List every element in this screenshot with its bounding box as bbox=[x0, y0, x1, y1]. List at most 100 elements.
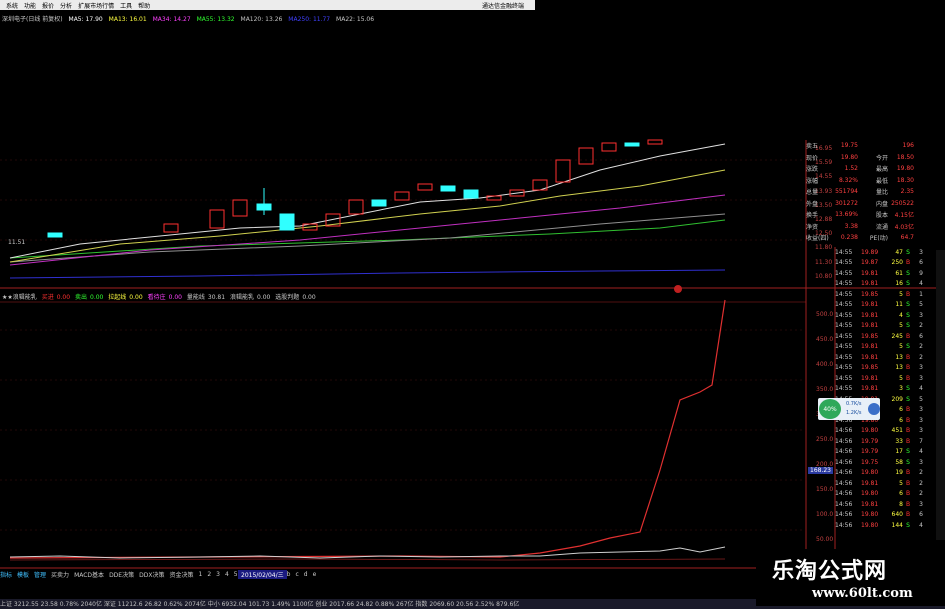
quote-value: 196 bbox=[902, 142, 914, 150]
cpu-percent-badge: 40% bbox=[819, 399, 841, 419]
bottom-tab[interactable]: 模板 bbox=[17, 570, 29, 579]
trade-price: 19.81 bbox=[861, 301, 879, 309]
trade-volume: 5 bbox=[899, 479, 903, 487]
trade-count: 3 bbox=[919, 500, 923, 508]
quote-label: 今开 bbox=[875, 154, 888, 162]
trade-price: 19.81 bbox=[861, 385, 879, 393]
bottom-tab[interactable]: 买卖力 bbox=[51, 570, 69, 579]
trade-row: 14:56 19.81 5 B 2 bbox=[835, 478, 935, 489]
bottom-tab[interactable]: DDE决策 bbox=[109, 570, 134, 579]
trade-price: 19.79 bbox=[861, 448, 879, 456]
chart-canvas[interactable] bbox=[0, 0, 945, 609]
trade-time: 14:55 bbox=[835, 311, 853, 319]
bottom-tab[interactable]: 指标 bbox=[0, 570, 12, 579]
bottom-tab[interactable]: DDX决策 bbox=[139, 570, 164, 579]
bottom-tab[interactable]: c bbox=[295, 571, 298, 578]
trade-volume: 6 bbox=[899, 490, 903, 498]
trade-volume: 3 bbox=[899, 385, 903, 393]
bottom-tab[interactable]: 管理 bbox=[34, 570, 46, 579]
quote-value: 0.238 bbox=[840, 234, 858, 242]
candle bbox=[348, 199, 364, 215]
trade-time: 14:55 bbox=[835, 353, 853, 361]
quote-value: 8.32% bbox=[838, 176, 858, 184]
trade-volume: 17 bbox=[895, 448, 903, 456]
quote-label: 外盘 bbox=[806, 200, 819, 208]
trade-volume: 250 bbox=[891, 259, 903, 267]
candle bbox=[417, 183, 433, 191]
widget-toggle-icon[interactable] bbox=[868, 403, 880, 415]
trade-time: 14:56 bbox=[835, 479, 853, 487]
bottom-tab[interactable]: 2 bbox=[207, 571, 211, 578]
ma250-value: MA250: 11.77 bbox=[288, 16, 331, 23]
trade-price: 19.75 bbox=[861, 458, 879, 466]
upload-speed: 0.7K/s bbox=[846, 401, 862, 407]
bottom-tab[interactable]: e bbox=[313, 571, 317, 578]
trade-count: 3 bbox=[919, 364, 923, 372]
trade-time: 14:55 bbox=[835, 290, 853, 298]
trade-side: S bbox=[906, 311, 910, 319]
quote-row: 收益(四) 0.238 PE(动) 64.7 bbox=[806, 232, 936, 244]
trade-time: 14:55 bbox=[835, 301, 853, 309]
quote-value: 19.80 bbox=[840, 153, 858, 161]
trade-price: 19.80 bbox=[861, 427, 879, 435]
trade-side: S bbox=[906, 343, 910, 351]
ma120-line bbox=[9, 213, 726, 263]
quote-label: 最高 bbox=[875, 166, 888, 174]
indicator-white-line bbox=[9, 546, 726, 559]
bottom-tab[interactable]: 3 bbox=[216, 571, 220, 578]
trade-side: B bbox=[905, 374, 911, 382]
trade-row: 14:56 19.75 58 S 3 bbox=[835, 457, 935, 468]
trade-side: S bbox=[906, 301, 910, 309]
candle bbox=[463, 189, 479, 199]
trade-volume: 209 bbox=[891, 395, 903, 403]
quote-panel: 卖五 19.75 196 现价 19.80 今开 18.50 涨跌 1.52 最高 19.80 涨幅 8… bbox=[806, 140, 936, 244]
trade-side: B bbox=[905, 511, 911, 519]
quote-row: 换手 13.69% 股本 4.15亿 bbox=[806, 209, 936, 221]
bottom-tabs: 指标模板管理买卖力MACD基本DDE决策DDX决策资金决策123456789ab… bbox=[0, 569, 810, 579]
quote-label: 股本 bbox=[875, 212, 888, 220]
trade-side: B bbox=[905, 490, 911, 498]
candle bbox=[256, 203, 272, 211]
indicator-buy-label: 买进 bbox=[41, 294, 54, 301]
candle bbox=[601, 142, 617, 152]
quote-label: 流通 bbox=[875, 223, 888, 231]
right-sidebar bbox=[936, 250, 945, 540]
candle bbox=[209, 209, 225, 229]
bottom-tab[interactable]: 4 bbox=[225, 571, 229, 578]
trade-row: 14:55 19.85 5 B 1 bbox=[835, 289, 935, 300]
bottom-tab[interactable]: 1 bbox=[198, 571, 202, 578]
bottom-tab[interactable]: MACD基本 bbox=[74, 570, 104, 579]
indicator-axis-label: 150.0 bbox=[816, 486, 834, 493]
trade-side: S bbox=[906, 248, 910, 256]
price-axis-label: 10.80 bbox=[815, 272, 833, 280]
indicator-wave-label: 浪辑能乳 bbox=[230, 294, 255, 301]
trade-time: 14:55 bbox=[835, 343, 853, 351]
quote-label: 收益(四) bbox=[806, 235, 829, 243]
trade-price: 19.85 bbox=[861, 290, 879, 298]
ma22-value: MA22: 15.06 bbox=[336, 16, 375, 23]
bottom-tab[interactable]: b bbox=[287, 571, 291, 578]
trade-price: 19.81 bbox=[861, 353, 879, 361]
trade-volume: 4 bbox=[899, 311, 903, 319]
quote-label: 涨跌 bbox=[806, 166, 819, 174]
trade-side: B bbox=[905, 479, 911, 487]
quote-row: 总量 551794 量比 2.35 bbox=[806, 186, 936, 198]
trade-row: 14:55 19.81 4 S 3 bbox=[835, 310, 935, 321]
trade-volume: 5 bbox=[899, 343, 903, 351]
quote-row: 净资 3.38 流通 4.03亿 bbox=[806, 221, 936, 233]
trade-row: 14:55 19.85 13 B 3 bbox=[835, 363, 935, 374]
trade-time: 14:56 bbox=[835, 500, 853, 508]
bottom-tab[interactable]: d bbox=[304, 571, 308, 578]
trade-price: 19.80 bbox=[861, 511, 879, 519]
price-axis-label: 11.80 bbox=[815, 244, 833, 252]
bottom-tab[interactable]: 资金决策 bbox=[169, 570, 193, 579]
trade-count: 7 bbox=[919, 437, 923, 445]
trade-list[interactable]: 14:55 19.89 47 S 3 14:55 19.87 250 B 6 14:55 19.81 6… bbox=[835, 247, 935, 531]
indicator-sell-value: 0.00 bbox=[90, 294, 104, 301]
trade-side: S bbox=[906, 322, 910, 330]
trade-volume: 47 bbox=[895, 248, 903, 256]
indicator-volume-label: 量能线 bbox=[186, 294, 205, 301]
trade-side: B bbox=[905, 364, 911, 372]
trade-price: 19.81 bbox=[861, 343, 879, 351]
trade-time: 14:56 bbox=[835, 521, 853, 529]
